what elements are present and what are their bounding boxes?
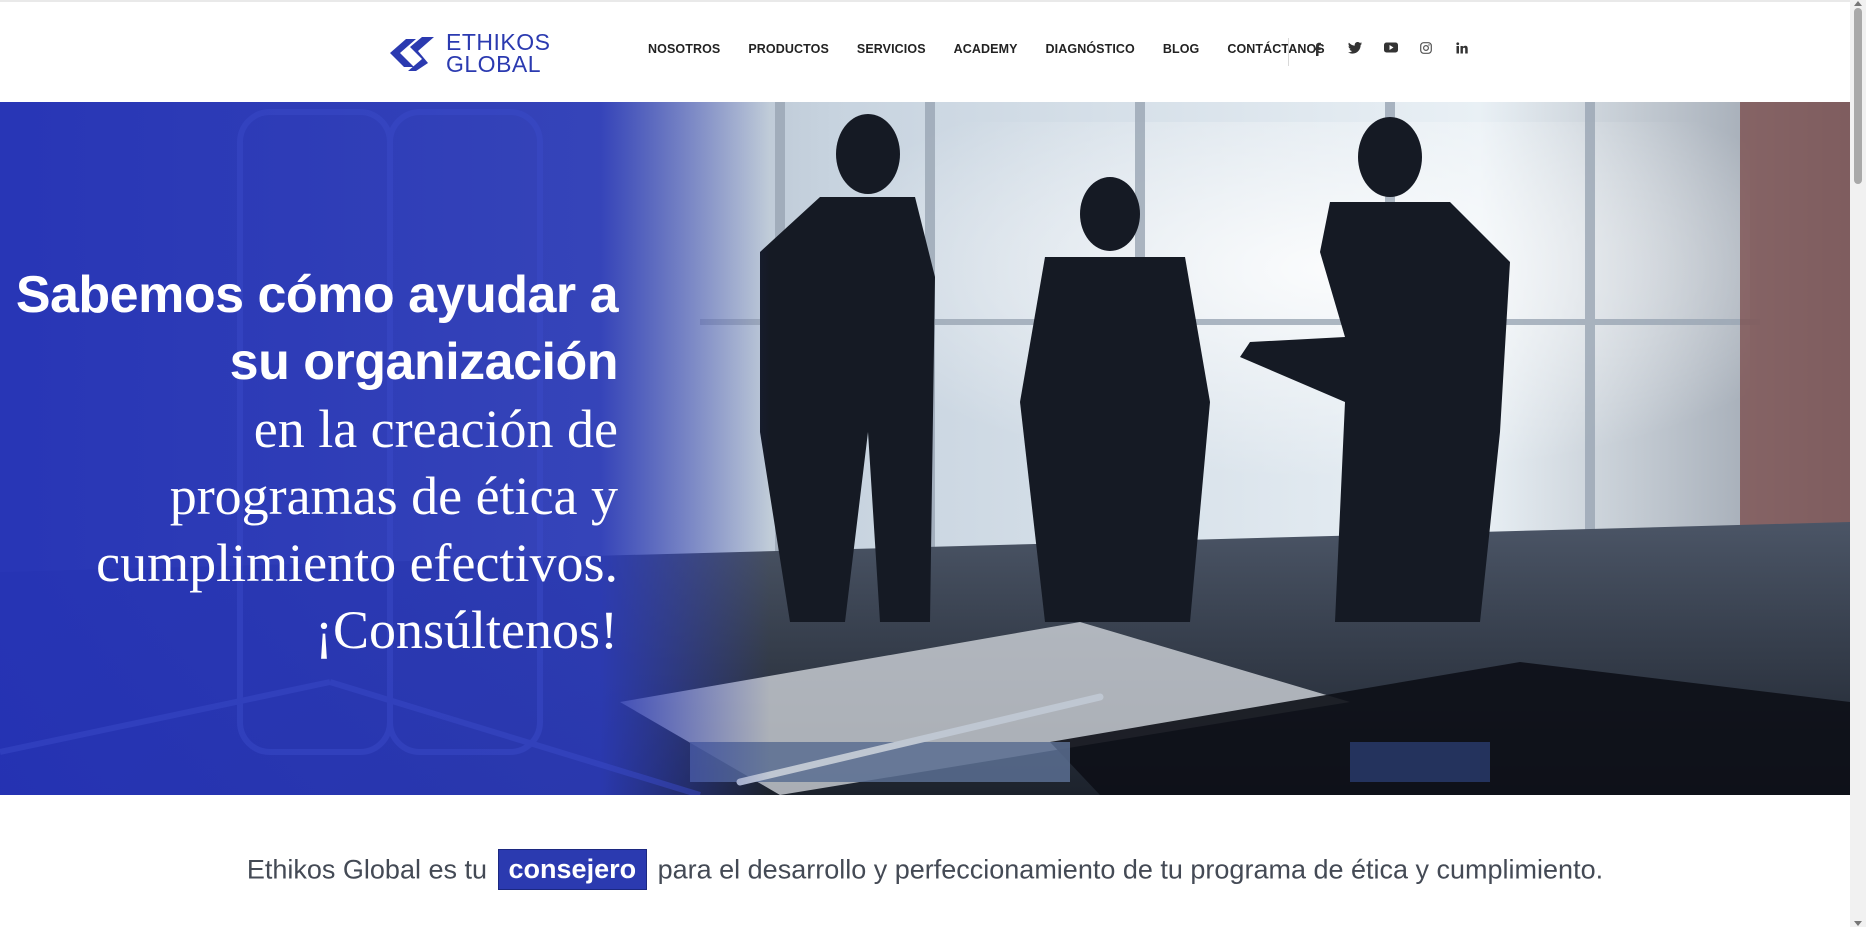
youtube-icon[interactable] xyxy=(1384,42,1420,62)
logo-mark-icon xyxy=(390,37,434,71)
scroll-up-arrow-icon[interactable] xyxy=(1854,1,1862,6)
nav-blog[interactable]: BLOG xyxy=(1163,42,1200,56)
nav-nosotros[interactable]: NOSOTROS xyxy=(648,42,720,56)
site-header: ETHIKOS GLOBAL NOSOTROS PRODUCTOS SERVIC… xyxy=(0,2,1850,103)
nav-divider xyxy=(1288,38,1289,66)
hero-line-1: Sabemos cómo ayudar a xyxy=(15,266,619,324)
hero-banner: Sabemos cómo ayudar a su organización en… xyxy=(0,102,1850,795)
logo-wordmark: ETHIKOS GLOBAL xyxy=(446,29,551,77)
main-nav: NOSOTROS PRODUCTOS SERVICIOS ACADEMY DIA… xyxy=(648,42,1353,56)
tagline-before: Ethikos Global es tu xyxy=(246,854,488,885)
page-scrollbar[interactable] xyxy=(1850,0,1866,927)
hero-line-6: ¡Consúltenos! xyxy=(315,600,618,660)
scrollbar-thumb[interactable] xyxy=(1854,8,1862,184)
nav-diagnostico[interactable]: DIAGNÓSTICO xyxy=(1046,42,1135,56)
logo-line-2: GLOBAL xyxy=(446,51,542,77)
social-links xyxy=(1312,42,1492,62)
tagline-highlight: consejero xyxy=(497,849,648,890)
hero-line-5: cumplimiento efectivos. xyxy=(96,533,618,593)
logo-line-1: ETHIKOS xyxy=(446,29,551,55)
instagram-icon[interactable] xyxy=(1420,42,1456,62)
twitter-icon[interactable] xyxy=(1348,42,1384,62)
nav-contactanos[interactable]: CONTÁCTANOS xyxy=(1227,42,1324,56)
hero-line-4: programas de ética y xyxy=(169,466,618,526)
tagline-after: para el desarrollo y perfeccionamiento d… xyxy=(657,854,1604,885)
tagline: Ethikos Global es tu consejero para el d… xyxy=(0,849,1850,891)
hero-headline: Sabemos cómo ayudar a su organización en… xyxy=(0,262,619,664)
nav-academy[interactable]: ACADEMY xyxy=(954,42,1018,56)
ethikos-global-logo[interactable]: ETHIKOS GLOBAL xyxy=(388,29,550,77)
hero-line-2: su organización xyxy=(229,333,619,391)
facebook-icon[interactable] xyxy=(1312,42,1348,62)
hero-line-3: en la creación de xyxy=(253,399,618,459)
scroll-down-arrow-icon[interactable] xyxy=(1854,921,1862,926)
nav-servicios[interactable]: SERVICIOS xyxy=(857,42,926,56)
linkedin-icon[interactable] xyxy=(1456,42,1492,62)
nav-productos[interactable]: PRODUCTOS xyxy=(748,42,829,56)
